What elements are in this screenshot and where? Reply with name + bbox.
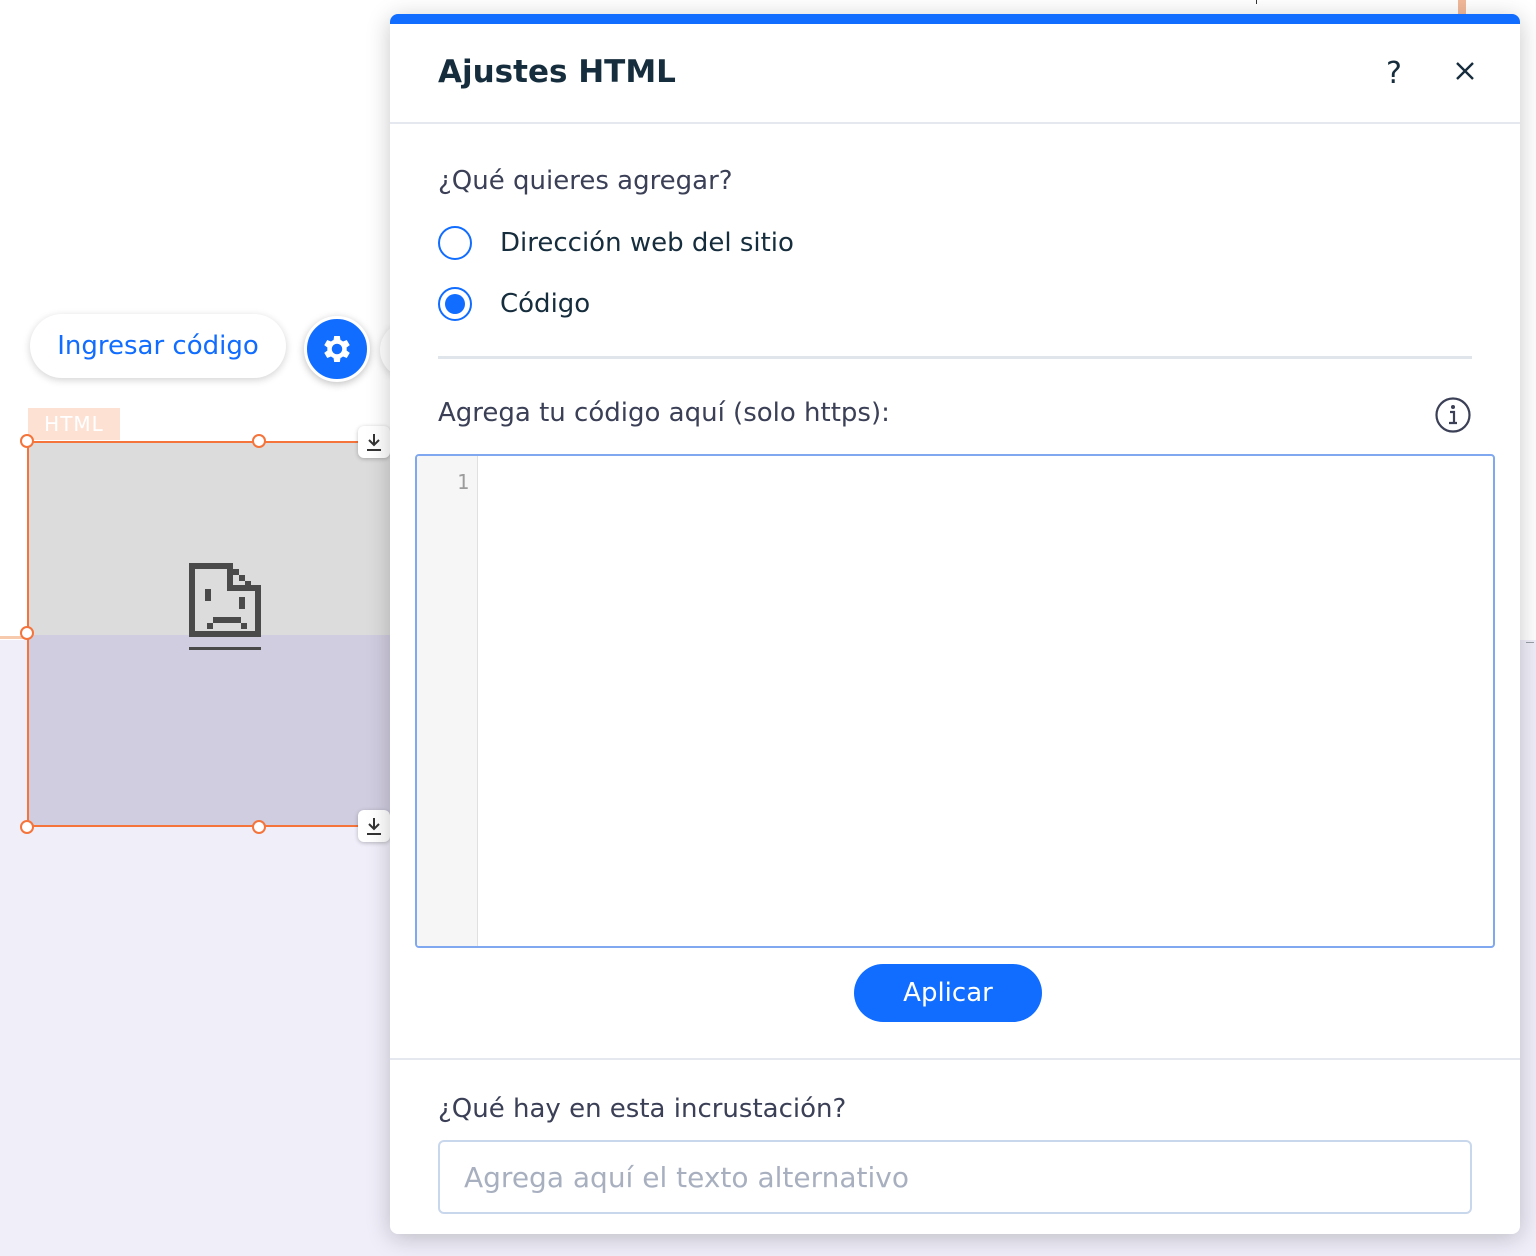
download-icon: [367, 818, 381, 835]
radio-label: Dirección web del sitio: [500, 228, 794, 258]
anchor-bottom-button[interactable]: [358, 810, 390, 842]
broken-file-icon: [189, 563, 261, 650]
download-icon: [367, 434, 381, 451]
code-input-area[interactable]: [479, 456, 1493, 946]
apply-button[interactable]: Aplicar: [854, 964, 1042, 1022]
radio-label: Código: [500, 289, 591, 319]
radio-option-code[interactable]: Código: [438, 287, 590, 321]
html-settings-panel: Ajustes HTML ? ¿Qué quieres agregar? Dir…: [390, 14, 1520, 1234]
enter-code-label: Ingresar código: [57, 331, 259, 361]
apply-button-label: Aplicar: [903, 978, 993, 1008]
html-embed-element[interactable]: [27, 441, 407, 827]
enter-code-button[interactable]: Ingresar código: [30, 314, 286, 378]
panel-title: Ajustes HTML: [438, 54, 676, 90]
alt-text-label: ¿Qué hay en esta incrustación?: [438, 1094, 847, 1124]
resize-handle-bottom-center[interactable]: [252, 820, 266, 834]
settings-button[interactable]: [304, 316, 370, 382]
alt-text-input[interactable]: [438, 1140, 1472, 1214]
line-number: 1: [456, 470, 469, 494]
resize-handle-top-left[interactable]: [20, 434, 34, 448]
footer-divider: [390, 1058, 1520, 1060]
ruler-tick: [1526, 642, 1534, 643]
resize-handle-top-center[interactable]: [252, 434, 266, 448]
radio-option-website-address[interactable]: Dirección web del sitio: [438, 226, 794, 260]
panel-accent-bar: [390, 14, 1520, 24]
resize-handle-mid-left[interactable]: [20, 626, 34, 640]
ruler-tick-top: [1256, 0, 1257, 4]
resize-handle-bottom-left[interactable]: [20, 820, 34, 834]
anchor-top-button[interactable]: [358, 426, 390, 458]
close-icon[interactable]: [1454, 60, 1476, 82]
element-type-tag: HTML: [28, 408, 120, 440]
panel-header: Ajustes HTML ?: [390, 24, 1520, 124]
radio-button-checked[interactable]: [438, 287, 472, 321]
content-type-question: ¿Qué quieres agregar?: [438, 166, 733, 196]
canvas-edge-marker: [1458, 0, 1466, 14]
help-button[interactable]: ?: [1386, 56, 1402, 91]
gear-icon: [324, 335, 350, 363]
radio-button[interactable]: [438, 226, 472, 260]
embed-preview-overlap: [29, 635, 405, 825]
code-field-label: Agrega tu código aquí (solo https):: [438, 398, 890, 428]
code-editor[interactable]: 1: [415, 454, 1495, 948]
line-number-gutter: 1: [417, 456, 478, 946]
section-divider: [438, 356, 1472, 359]
info-icon[interactable]: [1434, 396, 1472, 434]
